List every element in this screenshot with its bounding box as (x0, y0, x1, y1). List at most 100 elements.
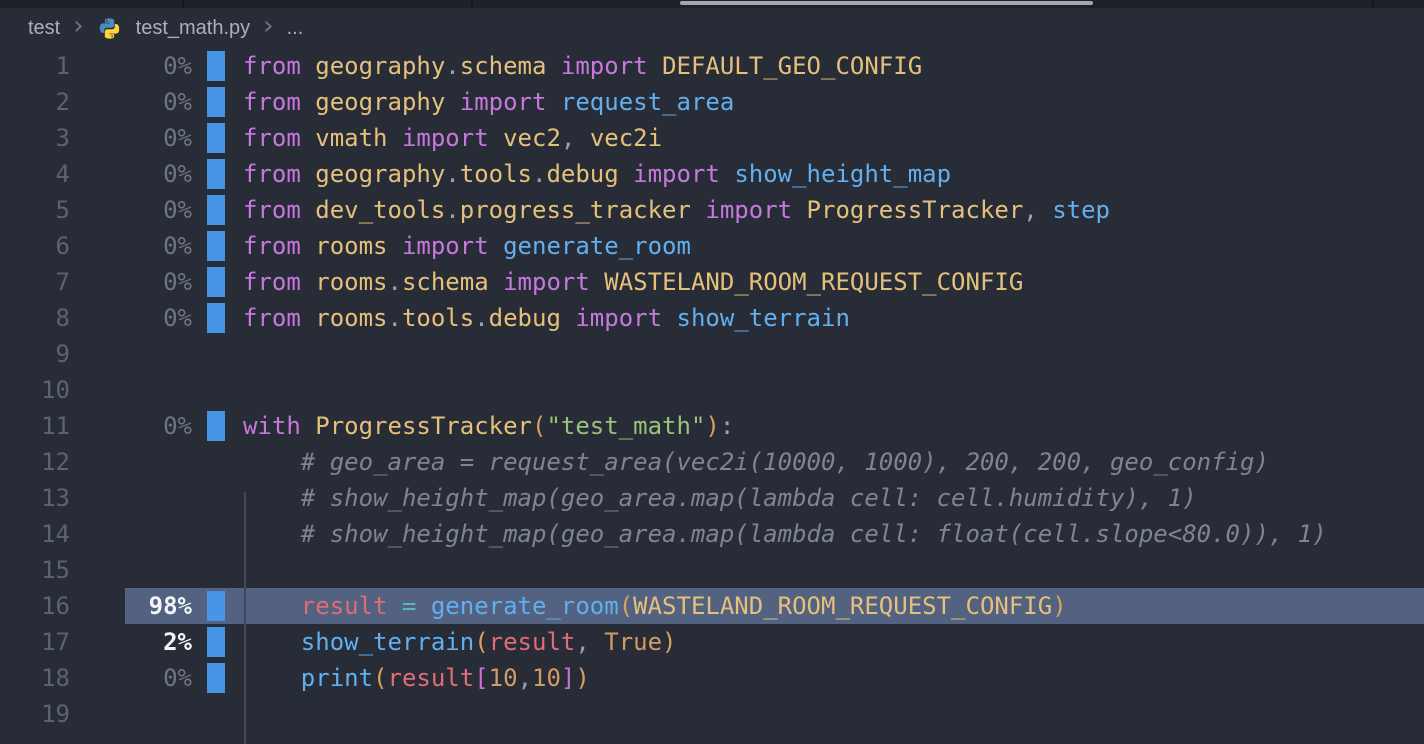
code-text: from geography.schema import DEFAULT_GEO… (243, 48, 922, 84)
coverage-percent: 0% (92, 300, 192, 336)
coverage-gutter-marker (207, 231, 225, 261)
token-pun: , (518, 664, 532, 692)
token-mod: rooms (315, 304, 387, 332)
token-pln (243, 592, 301, 620)
coverage-gutter-marker (207, 51, 225, 81)
breadcrumb: test › test_math.py › ... (0, 8, 1424, 48)
token-com: # show_height_map(geo_area.map(lambda ce… (243, 484, 1197, 512)
token-mod: tools (402, 304, 474, 332)
line-number: 12 (0, 444, 70, 480)
code-text: from geography.tools.debug import show_h… (243, 156, 951, 192)
code-editor[interactable]: 1 0% from geography.schema import DEFAULT_… (0, 48, 1424, 732)
code-line-8[interactable]: 8 0% from rooms.tools.debug import show_te… (0, 300, 1424, 336)
line-number: 9 (0, 336, 70, 372)
code-line-7[interactable]: 70%from rooms.schema import WASTELAND_RO… (0, 264, 1424, 300)
token-pun: . (474, 304, 488, 332)
token-kw: from (243, 88, 315, 116)
coverage-gutter-marker (207, 87, 225, 117)
code-text: from dev_tools.progress_tracker import P… (243, 192, 1110, 228)
code-line-4[interactable]: 40%from geography.tools.debug import sho… (0, 156, 1424, 192)
coverage-gutter-marker (207, 123, 225, 153)
chevron-right-icon: › (263, 16, 273, 36)
token-pln (416, 592, 430, 620)
code-line-1[interactable]: 10%from geography.schema import DEFAULT_… (0, 48, 1424, 84)
token-mod: ProgressTracker (807, 196, 1024, 224)
token-mod: debug (546, 160, 618, 188)
token-mod: ProgressTracker (315, 412, 532, 440)
code-line-12[interactable]: 12 # geo_area = request_area(vec2i(10000… (0, 444, 1424, 480)
token-pln (662, 304, 676, 332)
code-line-10[interactable]: 10 (0, 372, 1424, 408)
coverage-gutter-marker (207, 159, 225, 189)
token-fn: show_terrain (677, 304, 850, 332)
coverage-gutter-marker (207, 303, 225, 333)
token-mod: debug (489, 304, 561, 332)
token-fn: request_area (561, 88, 734, 116)
token-pln (691, 196, 705, 224)
token-mod: schema (402, 268, 489, 296)
line-number: 3 (0, 120, 70, 156)
coverage-percent: 0% (92, 120, 192, 156)
token-pln (561, 304, 575, 332)
token-pun: . (388, 268, 402, 296)
python-file-icon (97, 16, 122, 41)
token-fn: show_height_map (734, 160, 951, 188)
token-com: # show_height_map(geo_area.map(lambda ce… (243, 520, 1327, 548)
code-line-11[interactable]: 110%with ProgressTracker("test_math"): (0, 408, 1424, 444)
token-pln (489, 268, 503, 296)
token-mod: WASTELAND_ROOM_REQUEST_CONFIG (633, 592, 1052, 620)
code-line-3[interactable]: 30%from vmath import vec2, vec2i (0, 120, 1424, 156)
code-line-16[interactable]: 1698% result = generate_room(WASTELAND_R… (0, 588, 1424, 624)
token-str: "test_math" (546, 412, 705, 440)
code-line-17[interactable]: 172% show_terrain(result, True) (0, 624, 1424, 660)
code-text: with ProgressTracker("test_math"): (243, 408, 734, 444)
token-mod: DEFAULT_GEO_CONFIG (662, 52, 922, 80)
coverage-percent: 0% (92, 228, 192, 264)
token-mod: schema (460, 52, 547, 80)
tabbar-scrollbar-thumb[interactable] (680, 1, 1093, 5)
breadcrumb-file[interactable]: test_math.py (136, 17, 251, 40)
line-number: 17 (0, 624, 70, 660)
token-brk1: ) (705, 412, 719, 440)
line-number: 2 (0, 84, 70, 120)
code-text: # geo_area = request_area(vec2i(10000, 1… (243, 444, 1269, 480)
token-pun: , (561, 124, 590, 152)
token-pun: . (532, 160, 546, 188)
code-line-5[interactable]: 50%from dev_tools.progress_tracker impor… (0, 192, 1424, 228)
token-mod: vec2i (590, 124, 662, 152)
code-text: from rooms.tools.debug import show_terra… (243, 300, 850, 336)
token-pln (590, 268, 604, 296)
coverage-percent: 0% (92, 660, 192, 696)
code-line-2[interactable]: 20%from geography import request_area (0, 84, 1424, 120)
token-kw: from (243, 52, 315, 80)
token-pun: . (445, 160, 459, 188)
token-var: result (388, 664, 475, 692)
coverage-percent: 0% (92, 408, 192, 444)
code-line-14[interactable]: 14 # show_height_map(geo_area.map(lambda… (0, 516, 1424, 552)
token-kw: import (575, 304, 662, 332)
line-number: 13 (0, 480, 70, 516)
token-fn: print (301, 664, 373, 692)
token-com: # geo_area = request_area(vec2i(10000, 1… (243, 448, 1269, 476)
line-number: 1 (0, 48, 70, 84)
token-brk1: ) (1052, 592, 1066, 620)
code-line-19[interactable]: 19 (0, 696, 1424, 732)
code-line-15[interactable]: 15 (0, 552, 1424, 588)
token-pln (648, 52, 662, 80)
token-kw: from (243, 124, 315, 152)
token-kw: import (402, 232, 489, 260)
coverage-percent: 0% (92, 84, 192, 120)
token-brk2: [ (474, 664, 488, 692)
breadcrumb-symbol-more[interactable]: ... (287, 17, 304, 40)
code-line-6[interactable]: 60%from rooms import generate_room (0, 228, 1424, 264)
token-pln (243, 628, 301, 656)
token-fn: step (1052, 196, 1110, 224)
breadcrumb-folder[interactable]: test (28, 17, 60, 40)
code-line-13[interactable]: 13 # show_height_map(geo_area.map(lambda… (0, 480, 1424, 516)
line-number: 8 (0, 300, 70, 336)
code-line-9[interactable]: 9 (0, 336, 1424, 372)
token-mod: progress_tracker (460, 196, 691, 224)
token-mod: vmath (315, 124, 387, 152)
code-line-18[interactable]: 180% print(result[10,10]) (0, 660, 1424, 696)
line-number: 5 (0, 192, 70, 228)
